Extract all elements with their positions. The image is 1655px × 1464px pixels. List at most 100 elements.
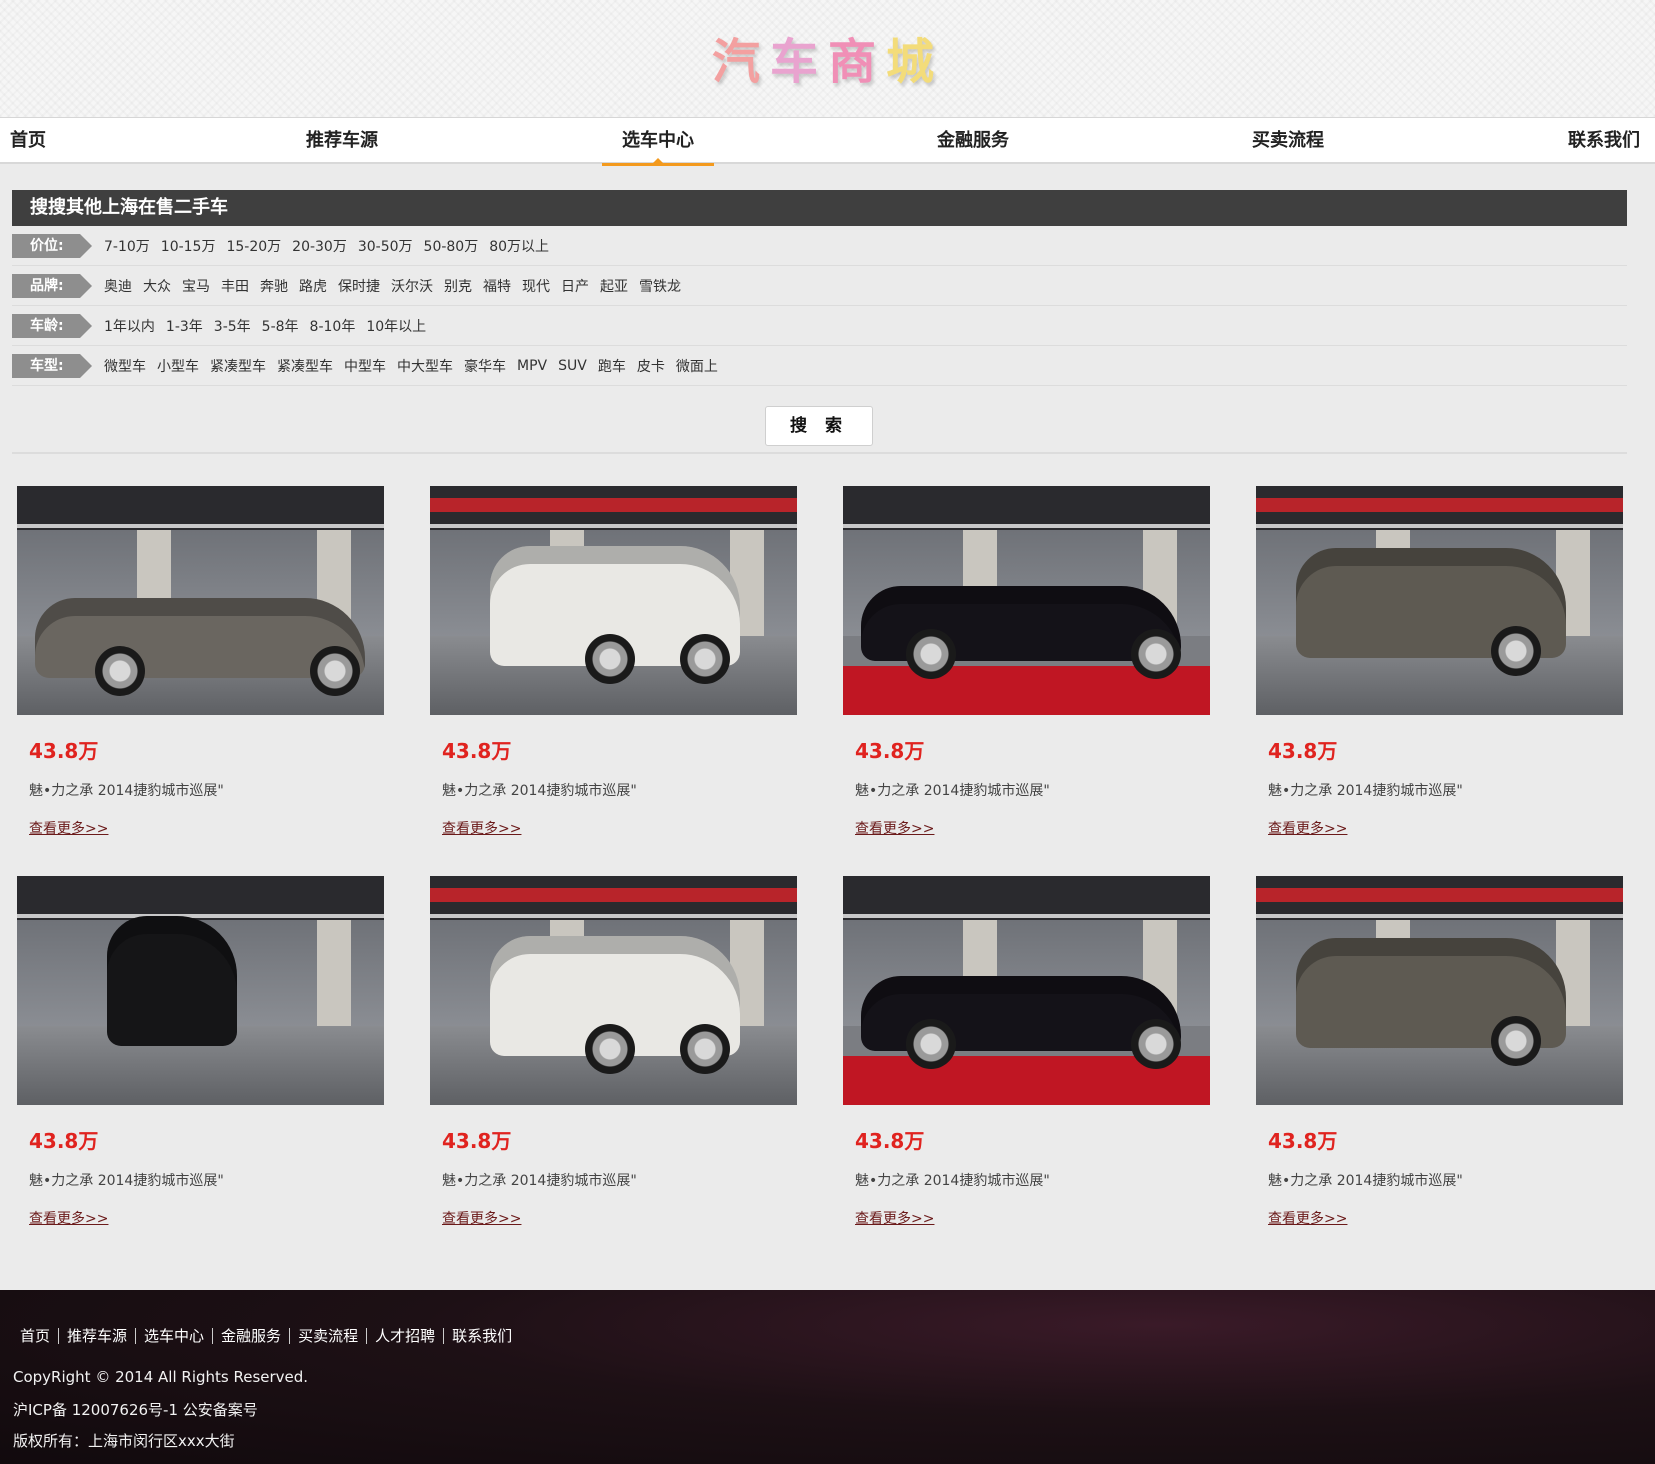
car-card: 43.8万魅•力之承 2014捷豹城市巡展" 查看更多>>: [17, 876, 384, 1228]
car-price: 43.8万: [29, 739, 99, 763]
car-description: 魅•力之承 2014捷豹城市巡展": [442, 1173, 637, 1189]
view-more-link[interactable]: 查看更多>>: [1268, 818, 1347, 838]
car-price: 43.8万: [442, 739, 512, 763]
filter-option[interactable]: 5-8年: [262, 316, 299, 336]
car-price: 43.8万: [855, 739, 925, 763]
car-price: 43.8万: [442, 1129, 512, 1153]
logo-char: 城: [886, 34, 937, 90]
footer-link[interactable]: 联系我们: [444, 1328, 520, 1344]
filter-option[interactable]: 3-5年: [214, 316, 251, 336]
white-suv-icon[interactable]: [430, 876, 797, 1105]
filter-option[interactable]: 1-3年: [166, 316, 203, 336]
car-description: 魅•力之承 2014捷豹城市巡展": [855, 783, 1050, 799]
filter-option[interactable]: 15-20万: [226, 236, 281, 256]
filter-option[interactable]: 现代: [522, 276, 550, 296]
car-description: 魅•力之承 2014捷豹城市巡展": [855, 1173, 1050, 1189]
filter-option[interactable]: 奔驰: [260, 276, 288, 296]
owner-text: 版权所有：上海市闵行区xxx大街: [13, 1432, 235, 1450]
filter-option[interactable]: 雪铁龙: [639, 276, 681, 296]
filter-option[interactable]: 紧凑型车: [210, 356, 266, 376]
white-suv-icon[interactable]: [430, 486, 797, 715]
copyright-text: CopyRight © 2014 All Rights Reserved.: [13, 1368, 309, 1386]
filter-option[interactable]: 30-50万: [358, 236, 413, 256]
black-suv-front-icon[interactable]: [17, 876, 384, 1105]
filter-option[interactable]: 小型车: [157, 356, 199, 376]
grey-sedan-icon[interactable]: [17, 486, 384, 715]
view-more-link[interactable]: 查看更多>>: [442, 818, 521, 838]
grey-sedan-front-icon[interactable]: [1256, 486, 1623, 715]
main-nav: 首页 推荐车源 选车中心 金融服务 买卖流程 联系我们: [0, 118, 1655, 166]
filter-option[interactable]: 跑车: [598, 356, 626, 376]
footer-link[interactable]: 选车中心: [136, 1328, 214, 1344]
filter-option[interactable]: MPV: [517, 358, 547, 374]
filter-label: 价位:: [12, 233, 92, 258]
filter-option[interactable]: 中大型车: [397, 356, 453, 376]
filter-option[interactable]: 日产: [561, 276, 589, 296]
search-button[interactable]: 搜 索: [765, 406, 873, 446]
nav-item-contact[interactable]: 联系我们: [1568, 118, 1640, 164]
footer-link[interactable]: 金融服务: [213, 1328, 291, 1344]
nav-item-recommended[interactable]: 推荐车源: [306, 118, 378, 164]
car-price: 43.8万: [1268, 1129, 1338, 1153]
filter-option[interactable]: 10-15万: [161, 236, 216, 256]
filter-option[interactable]: 奥迪: [104, 276, 132, 296]
filter-option[interactable]: 80万以上: [489, 236, 549, 256]
grey-sedan-front-icon[interactable]: [1256, 876, 1623, 1105]
filter-option[interactable]: 紧凑型车: [277, 356, 333, 376]
nav-item-process[interactable]: 买卖流程: [1252, 118, 1324, 164]
view-more-link[interactable]: 查看更多>>: [29, 818, 108, 838]
filter-option[interactable]: 微型车: [104, 356, 146, 376]
filter-option[interactable]: 微面上: [676, 356, 718, 376]
filter-option[interactable]: 沃尔沃: [391, 276, 433, 296]
nav-item-car-center[interactable]: 选车中心: [602, 118, 714, 166]
nav-item-home[interactable]: 首页: [10, 118, 46, 164]
filter-option[interactable]: 别克: [444, 276, 472, 296]
car-card: 43.8万魅•力之承 2014捷豹城市巡展" 查看更多>>: [17, 486, 384, 838]
footer-link[interactable]: 买卖流程: [290, 1328, 368, 1344]
filter-option[interactable]: 10年以上: [366, 316, 426, 336]
filter-label: 车龄:: [12, 313, 92, 338]
filter-option[interactable]: 丰田: [221, 276, 249, 296]
view-more-link[interactable]: 查看更多>>: [1268, 1208, 1347, 1228]
filter-option[interactable]: 起亚: [600, 276, 628, 296]
footer-link[interactable]: 首页: [18, 1328, 60, 1344]
filter-option[interactable]: 皮卡: [637, 356, 665, 376]
footer-links: 首页 推荐车源 选车中心 金融服务 买卖流程 人才招聘 联系我们: [18, 1328, 520, 1344]
car-card: 43.8万 魅•力之承 2014捷豹城市巡展" 查看更多>>: [1256, 486, 1623, 838]
car-price: 43.8万: [29, 1129, 99, 1153]
view-more-link[interactable]: 查看更多>>: [855, 818, 934, 838]
filter-option[interactable]: 大众: [143, 276, 171, 296]
footer-link[interactable]: 推荐车源: [59, 1328, 137, 1344]
site-footer: 首页 推荐车源 选车中心 金融服务 买卖流程 人才招聘 联系我们 CopyRight © 2…: [0, 1290, 1655, 1464]
car-card: 43.8万魅•力之承 2014捷豹城市巡展" 查看更多>>: [843, 486, 1210, 838]
filter-option[interactable]: 豪华车: [464, 356, 506, 376]
filter-option[interactable]: 1年以内: [104, 316, 155, 336]
car-description: 魅•力之承 2014捷豹城市巡展": [1268, 1173, 1463, 1189]
logo-char: 汽: [712, 34, 763, 90]
filter-option[interactable]: 8-10年: [310, 316, 356, 336]
view-more-link[interactable]: 查看更多>>: [442, 1208, 521, 1228]
filter-option[interactable]: SUV: [558, 358, 587, 374]
filter-option[interactable]: 福特: [483, 276, 511, 296]
car-description: 魅•力之承 2014捷豹城市巡展": [29, 783, 224, 799]
view-more-link[interactable]: 查看更多>>: [29, 1208, 108, 1228]
filter-option[interactable]: 20-30万: [292, 236, 347, 256]
view-more-link[interactable]: 查看更多>>: [855, 1208, 934, 1228]
logo-char: 商: [828, 34, 879, 90]
site-logo[interactable]: 汽 车 商 城: [712, 22, 937, 90]
footer-link[interactable]: 人才招聘: [367, 1328, 445, 1344]
car-card: 43.8万 魅•力之承 2014捷豹城市巡展" 查看更多>>: [843, 876, 1210, 1228]
nav-item-finance[interactable]: 金融服务: [937, 118, 1009, 164]
filter-option[interactable]: 7-10万: [104, 236, 150, 256]
filter-option[interactable]: 路虎: [299, 276, 327, 296]
car-description: 魅•力之承 2014捷豹城市巡展": [442, 783, 637, 799]
black-convertible-icon[interactable]: [843, 876, 1210, 1105]
filter-option[interactable]: 宝马: [182, 276, 210, 296]
car-description: 魅•力之承 2014捷豹城市巡展": [29, 1173, 224, 1189]
black-convertible-icon[interactable]: [843, 486, 1210, 715]
filter-option[interactable]: 50-80万: [424, 236, 479, 256]
filter-option[interactable]: 保时捷: [338, 276, 380, 296]
search-filter-panel: 搜搜其他上海在售二手车 价位: 7-10万 10-15万 15-20万 20-30万 3…: [12, 190, 1627, 454]
filter-option[interactable]: 中型车: [344, 356, 386, 376]
car-price: 43.8万: [1268, 739, 1338, 763]
